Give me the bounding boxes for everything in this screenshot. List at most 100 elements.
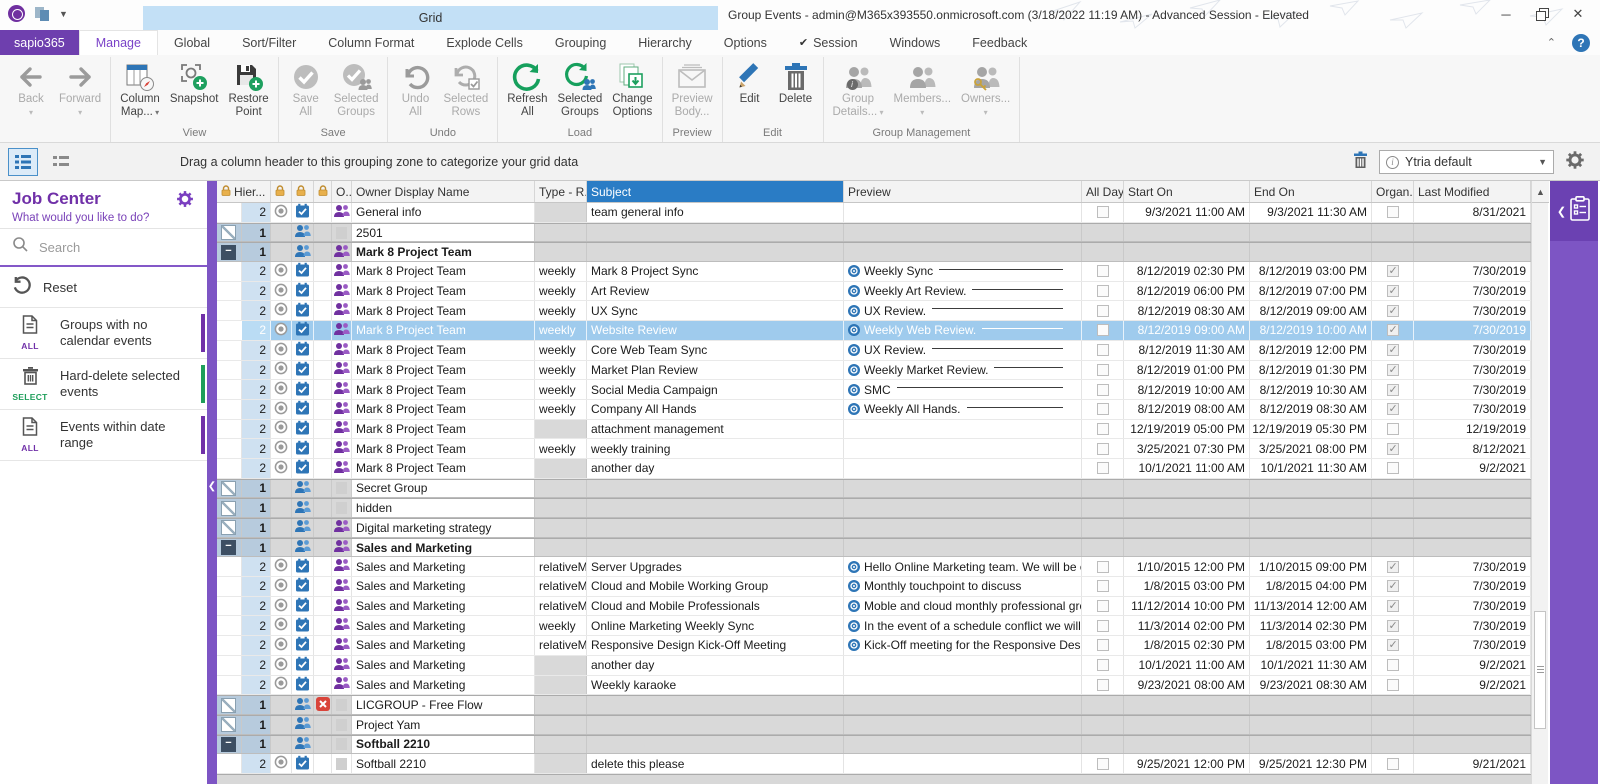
- tab-hierarchy[interactable]: Hierarchy: [622, 30, 708, 55]
- column-header-hier[interactable]: Hier...: [217, 181, 271, 202]
- all-day-checkbox[interactable]: [1097, 423, 1109, 435]
- all-day-checkbox[interactable]: [1097, 403, 1109, 415]
- collapse-ribbon-icon[interactable]: ⌃: [1547, 36, 1556, 49]
- radio-icon[interactable]: [274, 755, 288, 772]
- column-header-type-r[interactable]: Type - R...: [535, 181, 587, 202]
- organizer-cell[interactable]: [1372, 557, 1414, 576]
- collapse-group-icon[interactable]: −: [221, 540, 236, 555]
- organizer-checkbox[interactable]: [1387, 561, 1399, 573]
- all-day-cell[interactable]: [1082, 361, 1124, 380]
- event-row-ux-sync[interactable]: 2Mark 8 Project TeamweeklyUX SyncUX Revi…: [217, 301, 1531, 321]
- organizer-checkbox[interactable]: [1387, 344, 1399, 356]
- event-row-mark-8-project-sync[interactable]: 2Mark 8 Project TeamweeklyMark 8 Project…: [217, 262, 1531, 282]
- organizer-checkbox[interactable]: [1387, 285, 1399, 297]
- organizer-cell[interactable]: [1372, 321, 1414, 340]
- radio-icon[interactable]: [274, 381, 288, 398]
- preview-eye-icon[interactable]: [848, 324, 860, 336]
- organizer-checkbox[interactable]: [1387, 659, 1399, 671]
- grouping-view-toggle-icon[interactable]: [8, 148, 38, 176]
- minimize-button[interactable]: ─: [1498, 7, 1514, 22]
- radio-icon[interactable]: [274, 420, 288, 437]
- organizer-checkbox[interactable]: [1387, 403, 1399, 415]
- organizer-cell[interactable]: [1372, 636, 1414, 655]
- preview-eye-icon[interactable]: [848, 580, 860, 592]
- all-day-cell[interactable]: [1082, 656, 1124, 675]
- all-day-cell[interactable]: [1082, 262, 1124, 281]
- scrollbar-thumb[interactable]: [1534, 611, 1546, 729]
- radio-icon[interactable]: [274, 361, 288, 378]
- job-item-hard-delete-selected-events[interactable]: SELECTHard-delete selected events: [0, 359, 207, 410]
- column-header-start-on[interactable]: Start On: [1124, 181, 1250, 202]
- event-row-market-plan-review[interactable]: 2Mark 8 Project TeamweeklyMarket Plan Re…: [217, 361, 1531, 381]
- all-day-cell[interactable]: [1082, 459, 1124, 478]
- all-day-cell[interactable]: [1082, 676, 1124, 695]
- event-row-social-media-campaign[interactable]: 2Mark 8 Project TeamweeklySocial Media C…: [217, 380, 1531, 400]
- tab-column-format[interactable]: Column Format: [312, 30, 430, 55]
- radio-icon[interactable]: [274, 440, 288, 457]
- restore-point-button[interactable]: RestorePoint: [223, 59, 273, 121]
- preview-eye-icon[interactable]: [848, 344, 860, 356]
- expand-group-icon[interactable]: [221, 501, 236, 516]
- tab-sort-filter[interactable]: Sort/Filter: [226, 30, 312, 55]
- expand-cell[interactable]: [217, 480, 242, 498]
- preview-eye-icon[interactable]: [848, 639, 860, 651]
- row-radio-cell[interactable]: [271, 754, 292, 773]
- row-radio-cell[interactable]: [271, 597, 292, 616]
- all-day-checkbox[interactable]: [1097, 600, 1109, 612]
- edit-button[interactable]: Edit: [727, 59, 773, 108]
- all-day-cell[interactable]: [1082, 321, 1124, 340]
- tab-options[interactable]: Options: [708, 30, 783, 55]
- organizer-checkbox[interactable]: [1387, 679, 1399, 691]
- radio-icon[interactable]: [274, 204, 288, 221]
- row-radio-cell[interactable]: [271, 557, 292, 576]
- all-day-checkbox[interactable]: [1097, 679, 1109, 691]
- radio-icon[interactable]: [274, 302, 288, 319]
- all-day-checkbox[interactable]: [1097, 265, 1109, 277]
- collapse-group-icon[interactable]: −: [221, 245, 236, 260]
- group-row-hidden[interactable]: 1hidden: [217, 498, 1531, 518]
- row-radio-cell[interactable]: [271, 656, 292, 675]
- group-row-secret-group[interactable]: 1Secret Group: [217, 479, 1531, 499]
- tab-explode-cells[interactable]: Explode Cells: [430, 30, 538, 55]
- organizer-cell[interactable]: [1372, 656, 1414, 675]
- tab-grouping[interactable]: Grouping: [539, 30, 622, 55]
- all-day-checkbox[interactable]: [1097, 758, 1109, 770]
- window-copy-icon[interactable]: [35, 7, 49, 21]
- expand-group-icon[interactable]: [221, 225, 236, 240]
- radio-icon[interactable]: [274, 578, 288, 595]
- organizer-cell[interactable]: [1372, 380, 1414, 399]
- search-input[interactable]: [39, 240, 179, 255]
- row-radio-cell[interactable]: [271, 282, 292, 301]
- event-row-delete-this-please[interactable]: 2Softball 2210delete this please9/25/202…: [217, 754, 1531, 774]
- row-radio-cell[interactable]: [271, 262, 292, 281]
- all-day-cell[interactable]: [1082, 557, 1124, 576]
- column-header-end-on[interactable]: End On: [1250, 181, 1372, 202]
- all-day-checkbox[interactable]: [1097, 462, 1109, 474]
- radio-icon[interactable]: [274, 558, 288, 575]
- all-day-checkbox[interactable]: [1097, 620, 1109, 632]
- event-row-online-marketing-weekly-sync[interactable]: 2Sales and MarketingweeklyOnline Marketi…: [217, 616, 1531, 636]
- expand-cell[interactable]: [217, 696, 242, 714]
- tab-sapio365[interactable]: sapio365: [0, 30, 79, 55]
- help-icon[interactable]: ?: [1572, 34, 1590, 52]
- all-day-cell[interactable]: [1082, 203, 1124, 222]
- app-logo-icon[interactable]: [8, 5, 25, 22]
- all-day-checkbox[interactable]: [1097, 305, 1109, 317]
- all-day-cell[interactable]: [1082, 439, 1124, 458]
- row-radio-cell[interactable]: [271, 301, 292, 320]
- row-radio-cell[interactable]: [271, 616, 292, 635]
- column-header-o[interactable]: O..: [332, 181, 352, 202]
- all-day-cell[interactable]: [1082, 616, 1124, 635]
- all-day-checkbox[interactable]: [1097, 285, 1109, 297]
- organizer-cell[interactable]: [1372, 203, 1414, 222]
- organizer-cell[interactable]: [1372, 597, 1414, 616]
- all-day-checkbox[interactable]: [1097, 364, 1109, 376]
- radio-icon[interactable]: [274, 598, 288, 615]
- group-row-project-yam[interactable]: 1Project Yam: [217, 715, 1531, 735]
- view-selector-dropdown[interactable]: i Ytria default ▼: [1379, 150, 1554, 174]
- preview-eye-icon[interactable]: [848, 305, 860, 317]
- organizer-checkbox[interactable]: [1387, 639, 1399, 651]
- tab-global[interactable]: Global: [158, 30, 226, 55]
- organizer-cell[interactable]: [1372, 301, 1414, 320]
- expand-cell[interactable]: [217, 499, 242, 517]
